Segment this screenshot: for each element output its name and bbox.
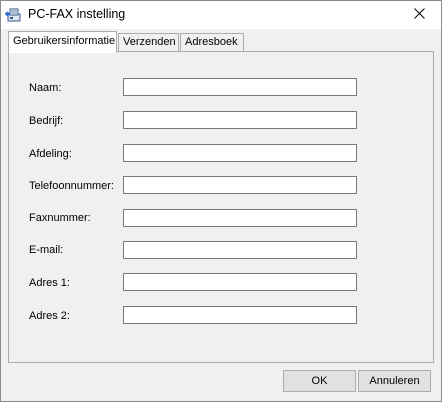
- department-input[interactable]: [123, 144, 357, 162]
- address1-label: Adres 1:: [29, 277, 70, 289]
- email-label: E-mail:: [29, 244, 64, 256]
- fax-number-label: Faxnummer:: [29, 212, 91, 224]
- address1-input[interactable]: [123, 273, 357, 291]
- close-icon: [413, 8, 425, 22]
- department-label: Afdeling:: [29, 148, 72, 160]
- window-title: PC-FAX instelling: [28, 7, 126, 21]
- tab-verzenden[interactable]: Verzenden: [118, 33, 179, 51]
- address2-label: Adres 2:: [29, 310, 70, 322]
- company-input[interactable]: [123, 111, 357, 129]
- dialog-window: PC-FAX instelling Gebruikersinformatie V…: [0, 0, 442, 402]
- title-bar[interactable]: PC-FAX instelling: [1, 1, 441, 29]
- phone-label: Telefoonnummer:: [29, 180, 114, 192]
- close-button[interactable]: [397, 1, 441, 29]
- fax-number-input[interactable]: [123, 209, 357, 227]
- tab-adresboek[interactable]: Adresboek: [180, 33, 244, 51]
- cancel-button[interactable]: Annuleren: [358, 370, 431, 392]
- email-input[interactable]: [123, 241, 357, 259]
- fax-icon: [4, 6, 23, 24]
- tab-gebruikersinformatie[interactable]: Gebruikersinformatie: [8, 31, 117, 53]
- address2-input[interactable]: [123, 306, 357, 324]
- name-label: Naam:: [29, 82, 62, 94]
- company-label: Bedrijf:: [29, 115, 64, 127]
- ok-button[interactable]: OK: [283, 370, 356, 392]
- phone-input[interactable]: [123, 176, 357, 194]
- tab-panel-user-info: Naam: Bedrijf: Afdeling: Telefoonnummer:…: [8, 51, 434, 363]
- name-input[interactable]: [123, 78, 357, 96]
